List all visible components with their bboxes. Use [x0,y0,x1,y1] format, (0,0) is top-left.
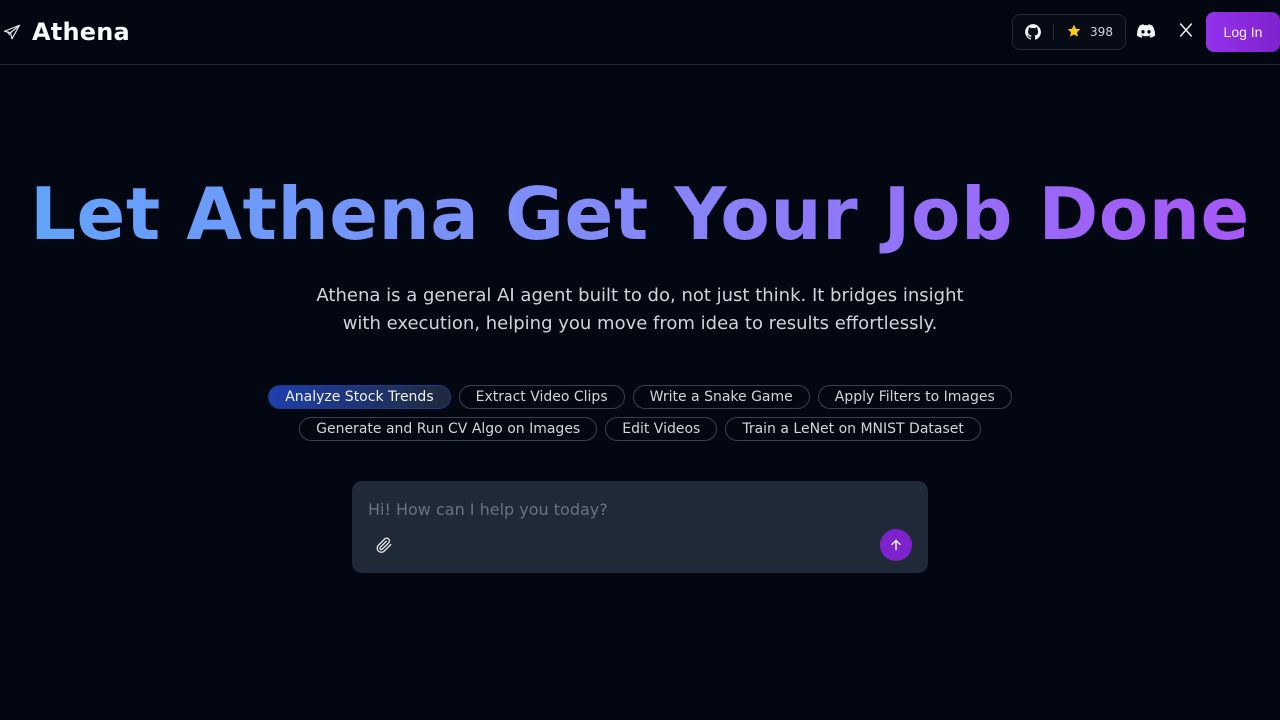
star-counter[interactable]: 398 [1054,23,1125,42]
arrow-up-icon [889,538,903,552]
x-twitter-icon [1178,22,1194,42]
suggestion-chip[interactable]: Extract Video Clips [458,385,625,409]
x-twitter-button[interactable] [1168,14,1204,50]
chat-input[interactable] [368,497,908,521]
paperclip-icon[interactable] [372,533,396,557]
suggestion-chip[interactable]: Train a LeNet on MNIST Dataset [725,417,981,441]
suggestion-chip[interactable]: Edit Videos [605,417,718,441]
paper-plane-icon [2,22,22,42]
brand-name: Athena [32,18,130,46]
github-icon[interactable] [1013,15,1053,49]
login-button[interactable]: Log In [1206,12,1280,52]
send-button[interactable] [880,529,912,561]
discord-icon [1137,23,1156,42]
hero-subtitle: Athena is a general AI agent built to do… [316,285,964,334]
github-stars-widget[interactable]: 398 [1012,14,1126,50]
suggestion-chips: Analyze Stock Trends Extract Video Clips… [240,385,1040,441]
suggestion-chip[interactable]: Generate and Run CV Algo on Images [299,417,598,441]
star-count: 398 [1090,25,1113,39]
discord-button[interactable] [1128,14,1164,50]
brand[interactable]: Athena [2,16,130,48]
suggestion-chip[interactable]: Analyze Stock Trends [268,385,451,409]
suggestion-chip[interactable]: Write a Snake Game [632,385,810,409]
suggestion-chip[interactable]: Apply Filters to Images [817,385,1012,409]
chat-composer [352,481,928,573]
hero-title: Let Athena Get Your Job Done [0,168,1280,260]
top-navigation-bar: Athena 398 Log In [0,0,1280,65]
star-icon [1066,23,1082,42]
